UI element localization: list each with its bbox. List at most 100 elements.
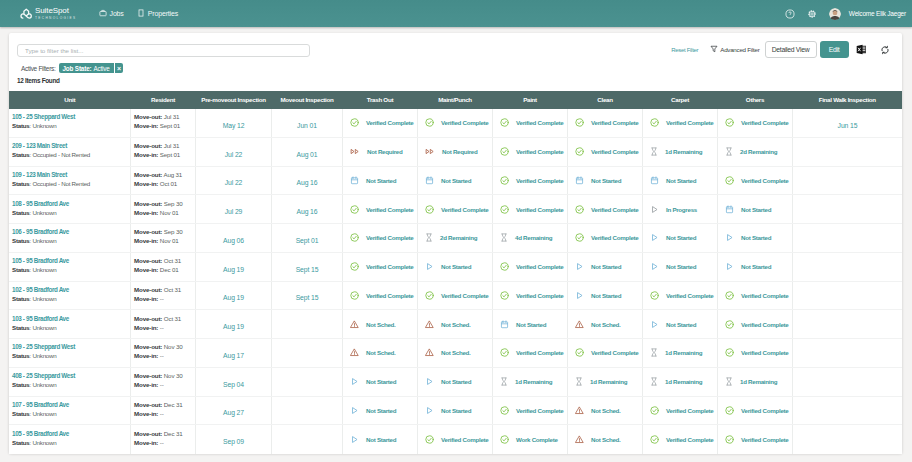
move-in-date: Move-in: Nov 01 <box>134 208 195 217</box>
unit-link[interactable]: 408 - 25 Sheppard West <box>12 371 130 380</box>
clean-status-cell: Not Sched. <box>568 425 643 454</box>
others-status-cell: Not Started <box>718 195 793 224</box>
status-indicator: Verified Complete <box>650 118 717 127</box>
reset-filter-link[interactable]: Reset Filter <box>671 47 698 53</box>
status-label: Verified Complete <box>441 292 489 299</box>
unit-link[interactable]: 109 - 25 Sheppard West <box>12 342 130 351</box>
status-indicator: Not Required <box>350 147 417 156</box>
help-icon[interactable] <box>785 9 795 19</box>
clean-status-cell: Verified Complete <box>568 195 643 224</box>
status-label: Verified Complete <box>741 292 789 299</box>
play-blue-icon <box>650 233 659 242</box>
brand-subtitle: TECHNOLOGIES <box>35 17 77 20</box>
moveout-inspection-date-link[interactable]: Sept 01 <box>296 237 319 244</box>
move-in-label: Move-in: <box>134 266 158 273</box>
pre-moveout-inspection-date-link[interactable]: May 12 <box>223 122 245 129</box>
refresh-icon[interactable] <box>880 45 890 55</box>
pre-moveout-inspection-date-link[interactable]: Aug 27 <box>223 409 244 416</box>
clean-status-cell: Not Sched. <box>568 310 643 339</box>
pre-moveout-inspection-date-link[interactable]: Aug 19 <box>223 323 244 330</box>
status-indicator: Verified Complete <box>725 348 792 357</box>
status-indicator: Verified Complete <box>500 205 567 214</box>
final-walk-inspection-cell <box>793 310 903 339</box>
status-label: Verified Complete <box>366 206 414 213</box>
moveout-inspection-date-link[interactable]: Aug 16 <box>297 179 318 186</box>
unit-link[interactable]: 105 - 95 Bradford Ave <box>12 429 130 438</box>
check-circle-icon <box>575 348 584 357</box>
status-label: Verified Complete <box>591 148 639 155</box>
status-indicator: Verified Complete <box>725 435 792 444</box>
status-indicator: Not Sched. <box>350 348 417 357</box>
check-circle-icon <box>725 435 734 444</box>
unit-link[interactable]: 209 - 123 Main Street <box>12 141 130 150</box>
moveout-inspection-date-link[interactable]: Sept 15 <box>296 266 319 273</box>
moveout-inspection-date-link[interactable]: Aug 16 <box>297 208 318 215</box>
move-in-label: Move-in: <box>134 324 158 331</box>
unit-link[interactable]: 107 - 95 Bradford Ave <box>12 400 130 409</box>
status-label: Not Started <box>441 263 471 270</box>
user-avatar[interactable] <box>829 8 841 20</box>
pre-moveout-inspection-date-link[interactable]: Jul 29 <box>225 208 243 215</box>
pre-moveout-inspection-date-link[interactable]: Jul 22 <box>225 179 243 186</box>
suitespot-logo[interactable]: SuiteSpot TECHNOLOGIES <box>19 7 77 20</box>
pre-moveout-inspection-date-link[interactable]: Aug 06 <box>223 237 244 244</box>
check-circle-icon <box>350 233 359 242</box>
others-status-cell: Not Started <box>718 252 793 281</box>
paint-status-cell: Verified Complete <box>493 195 568 224</box>
settings-gear-icon[interactable] <box>807 9 817 19</box>
advanced-filter-button[interactable]: Advanced Filter <box>710 45 759 54</box>
table-row: 209 - 123 Main StreetStatus: Occupied - … <box>9 137 902 166</box>
move-out-date: Move-out: Jul 31 <box>134 112 195 121</box>
search-input[interactable] <box>17 44 310 57</box>
edit-button[interactable]: Edit <box>820 41 849 58</box>
carpet-status-cell: Not Started <box>643 252 718 281</box>
pre-moveout-inspection-date-link[interactable]: Aug 17 <box>223 352 244 359</box>
pre-moveout-inspection-date-link[interactable]: Aug 19 <box>223 294 244 301</box>
move-out-date: Move-out: Aug 31 <box>134 170 195 179</box>
unit-link[interactable]: 103 - 95 Bradford Ave <box>12 314 130 323</box>
unit-link[interactable]: 108 - 95 Bradford Ave <box>12 199 130 208</box>
pre-moveout-inspection-date-link[interactable]: Jul 22 <box>225 151 243 158</box>
others-status-cell: Verified Complete <box>718 396 793 425</box>
unit-link[interactable]: 109 - 123 Main Street <box>12 170 130 179</box>
moveout-inspection-date-link[interactable]: Aug 01 <box>297 151 318 158</box>
pre-moveout-inspection-date-link[interactable]: Aug 19 <box>223 266 244 273</box>
unit-link[interactable]: 105 - 25 Sheppard West <box>12 112 130 121</box>
column-header-clean: Clean <box>568 91 643 109</box>
status-indicator: Not Sched. <box>425 348 492 357</box>
excel-export-icon[interactable] <box>856 44 867 55</box>
clean-status-cell: Verified Complete <box>568 137 643 166</box>
final-walk-inspection-link[interactable]: Jun 15 <box>838 122 858 129</box>
unit-link[interactable]: 106 - 95 Bradford Ave <box>12 227 130 236</box>
resident-cell: Move-out: Nov 30Move-in: -- <box>131 339 196 368</box>
calendar-icon <box>725 205 734 214</box>
brand-text: SuiteSpot TECHNOLOGIES <box>35 7 77 20</box>
clean-status-cell: Verified Complete <box>568 109 643 138</box>
status-label: Verified Complete <box>516 407 564 414</box>
status-label: 1d Remaining <box>665 148 702 155</box>
pre-moveout-inspection-date-cell: Jul 29 <box>196 195 272 224</box>
status-indicator: Not Sched. <box>575 435 642 444</box>
advanced-filter-label: Advanced Filter <box>720 46 759 53</box>
play-blue-icon <box>575 262 584 271</box>
table-row: 105 - 95 Bradford AveStatus: UnknownMove… <box>9 425 902 454</box>
status-indicator: Not Started <box>350 406 417 415</box>
unit-cell: 106 - 95 Bradford AveStatus: Unknown <box>9 224 131 253</box>
moveout-inspection-date-link[interactable]: Sept 15 <box>296 294 319 301</box>
moveout-inspection-date-link[interactable]: Jun 01 <box>297 122 317 129</box>
chip-close-icon[interactable]: × <box>115 63 123 73</box>
unit-cell: 107 - 95 Bradford AveStatus: Unknown <box>9 396 131 425</box>
column-header-final-walk-inspection: Final Walk Inspection <box>793 91 903 109</box>
unit-link[interactable]: 102 - 95 Bradford Ave <box>12 285 130 294</box>
nav-tab-properties[interactable]: Properties <box>137 9 178 18</box>
pre-moveout-inspection-date-link[interactable]: Sep 09 <box>223 438 244 445</box>
unit-link[interactable]: 105 - 95 Bradford Ave <box>12 256 130 265</box>
nav-tab-jobs[interactable]: Jobs <box>99 9 124 18</box>
detailed-view-button[interactable]: Detailed View <box>765 41 817 58</box>
pre-moveout-inspection-date-link[interactable]: Sep 04 <box>223 381 244 388</box>
pre-moveout-inspection-date-cell: Aug 27 <box>196 396 272 425</box>
others-status-cell: 2d Remaining <box>718 137 793 166</box>
hourglass-icon <box>725 147 733 156</box>
status-indicator: Not Started <box>425 406 492 415</box>
paint-status-cell: Verified Complete <box>493 339 568 368</box>
